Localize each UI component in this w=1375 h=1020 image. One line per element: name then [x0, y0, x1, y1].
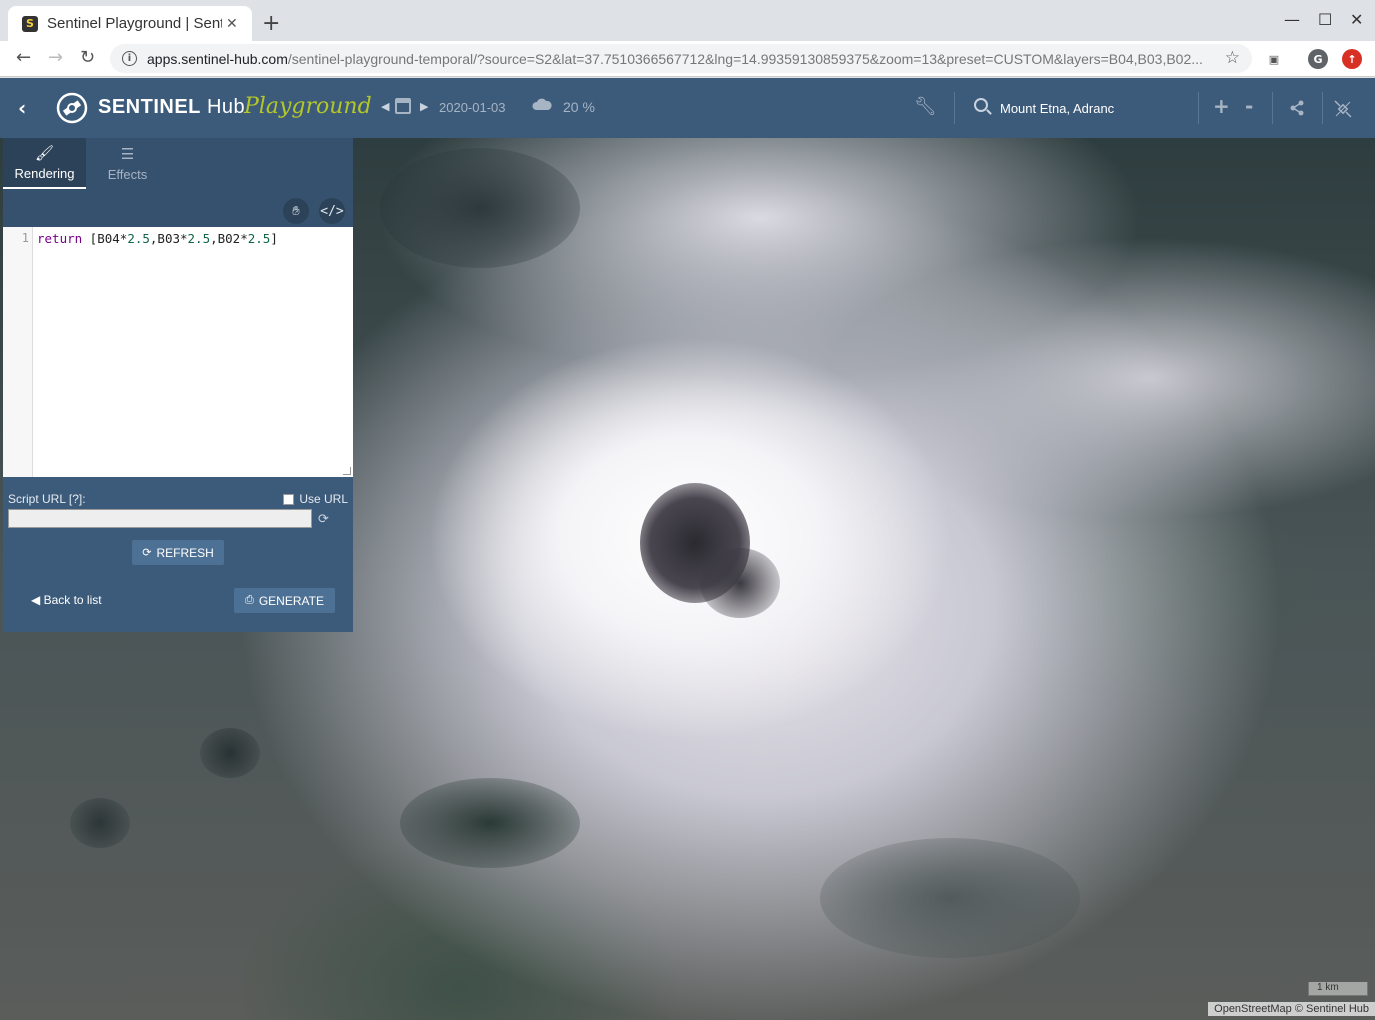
code-view-icon[interactable]: </>	[319, 198, 345, 224]
back-to-list-link[interactable]: ◀ Back to list	[31, 593, 102, 607]
divider	[1322, 92, 1323, 124]
forward-arrow-icon[interactable]: →	[48, 47, 63, 68]
forest-patch	[380, 148, 580, 268]
extension-puzzle-icon[interactable]: ▣	[1264, 49, 1284, 69]
next-date-icon[interactable]: ▶	[420, 100, 428, 113]
profile-avatar[interactable]: G	[1308, 49, 1328, 69]
tab-effects[interactable]: ☰ Effects	[86, 138, 169, 189]
paintbrush-icon: 🖌︎	[34, 145, 55, 162]
brand-title: SENTINEL Hub	[98, 96, 246, 118]
browser-tabstrip: S Sentinel Playground | Sentinel Hub ✕ +…	[0, 0, 1375, 41]
collapse-panel-chevron-icon[interactable]: ‹	[18, 96, 26, 120]
forest-patch	[400, 778, 580, 868]
close-window-button[interactable]: ✕	[1350, 10, 1363, 29]
script-url-input[interactable]	[8, 509, 312, 528]
script-reload-icon[interactable]: ⟳	[318, 512, 329, 527]
date-value[interactable]: 2020-01-03	[439, 100, 506, 115]
sliders-icon: ☰	[120, 146, 135, 163]
rendering-panel: 🖌︎ Rendering ☰ Effects ✋︎ </> 1 return […	[3, 138, 353, 632]
share-icon[interactable]	[1289, 100, 1305, 116]
printer-icon: ⎙	[245, 594, 254, 606]
new-tab-button[interactable]: +	[262, 11, 280, 36]
generate-button[interactable]: ⎙ GENERATE	[234, 588, 335, 613]
editor-toolbar: ✋︎ </>	[3, 189, 353, 227]
site-info-icon[interactable]: i	[122, 51, 137, 66]
app-header: ‹ SENTINEL Hub Playground ◀ ▶ 2020-01-03…	[0, 78, 1375, 138]
use-url-checkbox[interactable]	[283, 493, 295, 505]
wrench-icon[interactable]: 🔧︎	[914, 96, 937, 117]
refresh-icon: ⟳	[142, 547, 152, 559]
map-scale-bar: 1 km	[1308, 982, 1368, 996]
panel-tabs: 🖌︎ Rendering ☰ Effects	[3, 138, 353, 189]
minimize-button[interactable]: —	[1284, 10, 1300, 29]
cloud-icon	[532, 98, 552, 110]
arrow-left-icon: ◀	[31, 593, 44, 607]
maximize-button[interactable]: ☐	[1318, 10, 1332, 29]
brand-playground: Playground	[244, 94, 372, 119]
url-text[interactable]: apps.sentinel-hub.com/sentinel-playgroun…	[147, 51, 1207, 67]
map-attribution[interactable]: OpenStreetMap © Sentinel Hub	[1208, 1002, 1375, 1016]
tab-rendering[interactable]: 🖌︎ Rendering	[3, 138, 86, 189]
sentinel-satellite-logo-icon	[56, 92, 88, 124]
back-arrow-icon[interactable]: ←	[16, 47, 31, 68]
refresh-button[interactable]: ⟳ REFRESH	[132, 540, 224, 565]
hand-pointer-icon[interactable]: ✋︎	[283, 198, 309, 224]
location-search-input[interactable]	[1000, 96, 1190, 120]
browser-tab[interactable]: S Sentinel Playground | Sentinel Hub ✕	[8, 6, 252, 41]
tab-title: Sentinel Playground | Sentinel Hub	[47, 15, 222, 32]
extension-alert-icon[interactable]: ↑	[1342, 49, 1362, 69]
use-url-toggle[interactable]: Use URL	[283, 492, 348, 506]
divider	[1272, 92, 1273, 124]
editor-gutter: 1	[3, 227, 33, 477]
line-number: 1	[21, 231, 29, 245]
code-line[interactable]: return [B04*2.5,B03*2.5,B02*2.5]	[37, 231, 278, 246]
satellite-compare-icon[interactable]	[1333, 99, 1353, 119]
previous-date-icon[interactable]: ◀	[381, 100, 389, 113]
forest-patch	[820, 838, 1080, 958]
divider	[1198, 92, 1199, 124]
bookmark-star-icon[interactable]: ☆	[1225, 48, 1240, 68]
browser-toolbar: ← → ↻ i apps.sentinel-hub.com/sentinel-p…	[0, 41, 1375, 77]
search-icon	[974, 98, 988, 112]
close-tab-icon[interactable]: ✕	[226, 16, 238, 32]
divider	[954, 92, 955, 124]
code-editor[interactable]: 1 return [B04*2.5,B03*2.5,B02*2.5]	[3, 227, 353, 477]
crater	[200, 728, 260, 778]
calendar-icon[interactable]	[395, 98, 411, 114]
address-bar[interactable]: i apps.sentinel-hub.com/sentinel-playgro…	[110, 44, 1252, 73]
crater	[70, 798, 130, 848]
zoom-in-button[interactable]: +	[1213, 94, 1230, 118]
use-url-label: Use URL	[299, 492, 348, 506]
editor-resize-handle[interactable]	[343, 467, 351, 475]
script-url-label: Script URL [?]:	[8, 492, 86, 506]
crater	[700, 548, 780, 618]
reload-icon[interactable]: ↻	[80, 47, 95, 68]
cloud-coverage-value[interactable]: 20 %	[563, 99, 595, 115]
sentinel-favicon-icon: S	[22, 15, 38, 32]
zoom-out-button[interactable]: -	[1245, 94, 1253, 118]
